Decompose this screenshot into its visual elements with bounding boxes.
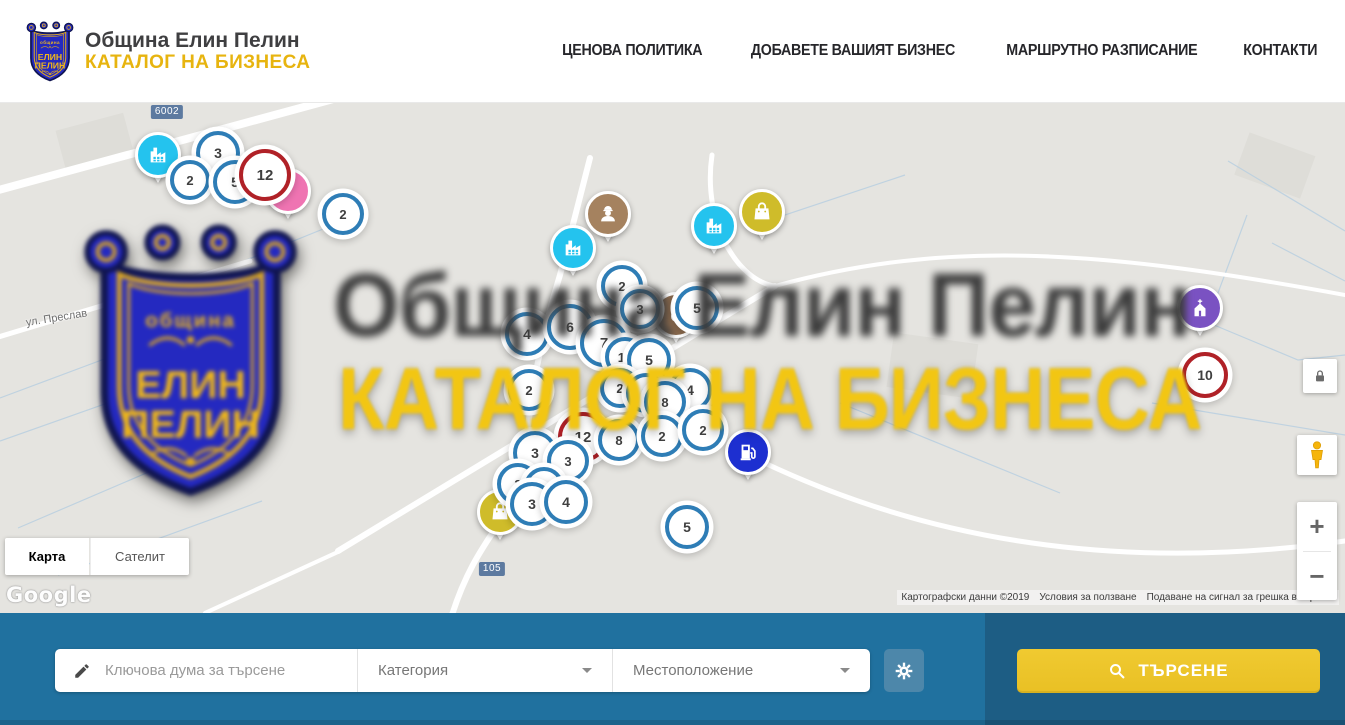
- category-pin-bag[interactable]: [739, 189, 785, 247]
- nav-item-pricing[interactable]: ЦЕНОВА ПОЛИТИКА: [562, 42, 702, 60]
- page: община ЕЛИН ПЕЛИН Община Елин Пелин КАТА…: [0, 0, 1345, 725]
- search-icon: [1108, 662, 1126, 680]
- factory-icon: [147, 144, 169, 166]
- road-number-badge: 105: [479, 562, 505, 576]
- shopping-bag-icon: [751, 201, 773, 223]
- nav-item-add-business[interactable]: ДОБАВЕТЕ ВАШИЯТ БИЗНЕС: [751, 42, 955, 60]
- svg-text:ПЕЛИН: ПЕЛИН: [121, 402, 260, 446]
- chevron-down-icon: [582, 668, 592, 673]
- attribution-copyright: Картографски данни ©2019: [901, 592, 1029, 603]
- site-subtitle: КАТАЛОГ НА БИЗНЕСА: [85, 52, 310, 73]
- cluster-marker[interactable]: 5: [665, 505, 709, 549]
- keyword-search-input[interactable]: [103, 661, 337, 680]
- attribution-terms-link[interactable]: Условия за ползване: [1039, 592, 1136, 603]
- factory-icon: [703, 215, 725, 237]
- pegman-icon: [1306, 440, 1328, 470]
- pin-circle: [739, 189, 785, 235]
- map-canvas[interactable]: 6002105ул. Преславбул. „Новоселци“ 32512…: [0, 103, 1345, 613]
- keyword-field-wrap: [55, 649, 357, 692]
- zoom-in-button[interactable]: +: [1297, 502, 1337, 551]
- search-submit-label: ТЪРСЕНЕ: [1138, 661, 1228, 681]
- street-view-pegman-button[interactable]: [1297, 435, 1337, 475]
- header: община ЕЛИН ПЕЛИН Община Елин Пелин КАТА…: [0, 0, 1345, 103]
- municipality-shield-icon: община ЕЛИН ПЕЛИН: [25, 20, 75, 83]
- lock-icon: [1312, 368, 1328, 384]
- church-icon: [1189, 297, 1211, 319]
- road-number-badge: 6002: [151, 105, 183, 119]
- svg-text:община: община: [145, 309, 236, 332]
- zoom-out-button[interactable]: −: [1297, 552, 1337, 601]
- svg-text:община: община: [40, 39, 60, 45]
- location-select-value: Местоположение: [633, 662, 753, 679]
- search-bar: Категория Местоположение: [0, 613, 1345, 725]
- pencil-icon: [73, 662, 91, 680]
- nav-item-bus-schedule[interactable]: МАРШРУТНО РАЗПИСАНИЕ: [1006, 42, 1197, 60]
- site-title: Община Елин Пелин: [85, 29, 310, 53]
- watermark-subtitle: КАТАЛОГ НА БИЗНЕСА: [338, 355, 1202, 443]
- map-type-satellite-button[interactable]: Сателит: [90, 538, 189, 575]
- category-select[interactable]: Категория: [357, 649, 612, 692]
- watermark-title: Община Елин Пелин: [333, 261, 1191, 351]
- map-type-map-button[interactable]: Карта: [5, 538, 89, 575]
- pin-circle: [691, 203, 737, 249]
- lock-control-button[interactable]: [1303, 359, 1337, 393]
- brand-text: Община Елин Пелин КАТАЛОГ НА БИЗНЕСА: [85, 29, 310, 74]
- advanced-settings-button[interactable]: [884, 649, 924, 692]
- category-pin-factory[interactable]: [691, 203, 737, 261]
- search-fields-group: Категория Местоположение: [55, 649, 870, 692]
- cluster-marker[interactable]: 2: [170, 160, 210, 200]
- cluster-marker[interactable]: 12: [239, 149, 291, 201]
- cluster-marker[interactable]: 4: [544, 480, 588, 524]
- cluster-marker[interactable]: 2: [322, 193, 364, 235]
- category-select-value: Категория: [378, 662, 448, 679]
- map-type-control: Карта Сателит: [5, 538, 189, 575]
- gear-icon: [894, 661, 914, 681]
- svg-text:ПЕЛИН: ПЕЛИН: [35, 60, 66, 70]
- svg-text:ЕЛИН: ЕЛИН: [135, 363, 246, 407]
- chevron-down-icon: [840, 668, 850, 673]
- main-nav: ЦЕНОВА ПОЛИТИКА ДОБАВЕТЕ ВАШИЯТ БИЗНЕС М…: [556, 42, 1320, 60]
- location-select[interactable]: Местоположение: [612, 649, 870, 692]
- zoom-control: + −: [1297, 502, 1337, 600]
- brand-logo-link[interactable]: община ЕЛИН ПЕЛИН Община Елин Пелин КАТА…: [25, 20, 310, 83]
- map-attribution: Картографски данни ©2019 Условия за полз…: [897, 590, 1339, 605]
- shopping-bag-icon: [489, 501, 511, 523]
- watermark-shield-icon: община ЕЛИН ПЕЛИН: [78, 218, 303, 503]
- search-submit-button[interactable]: ТЪРСЕНЕ: [1017, 649, 1320, 693]
- google-logo[interactable]: Google: [6, 583, 92, 607]
- nav-item-contacts[interactable]: КОНТАКТИ: [1243, 42, 1317, 60]
- worker-icon: [597, 203, 619, 225]
